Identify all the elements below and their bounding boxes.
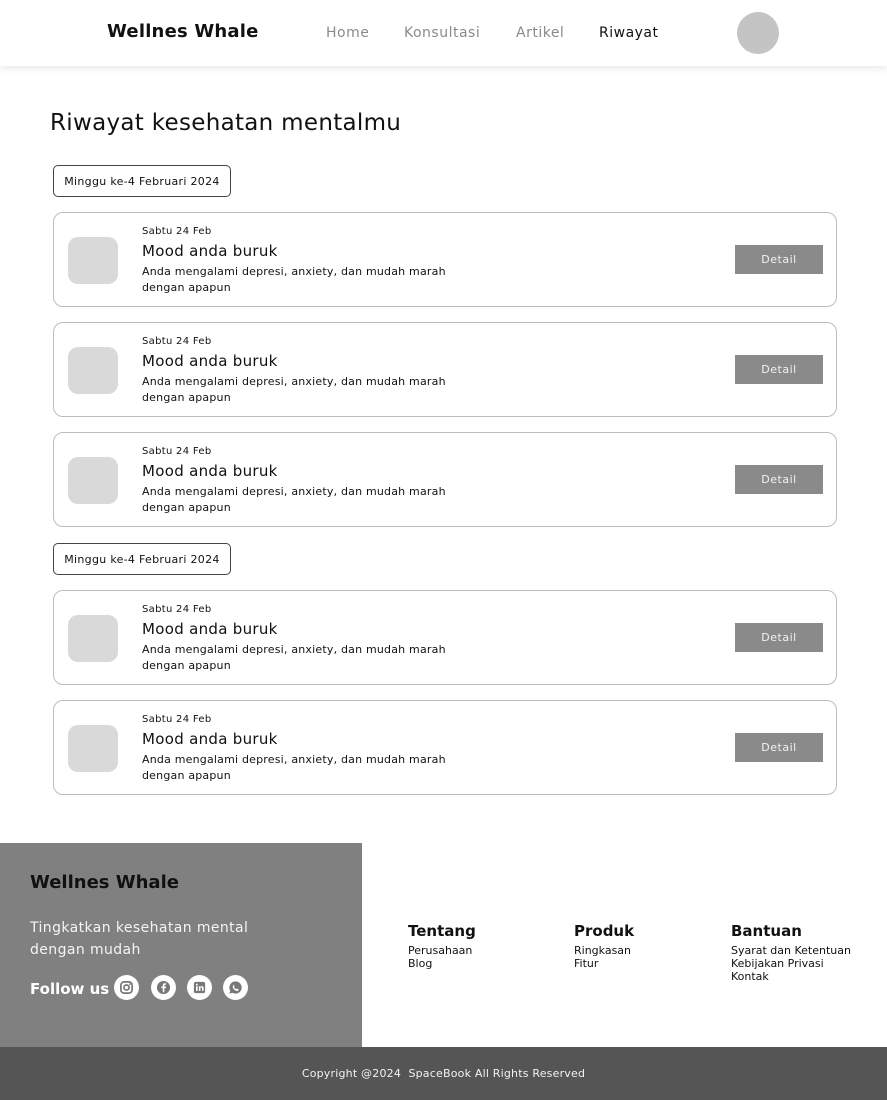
follow-us-label: Follow us [30,980,110,998]
nav-konsultasi[interactable]: Konsultasi [404,25,480,41]
footer-column-tentang: Tentang Perusahaan Blog [408,922,476,970]
entry-title: Mood anda buruk [142,620,278,638]
footer-brand: Wellnes Whale [30,872,179,893]
week-label: Minggu ke-4 Februari 2024 [53,543,231,575]
entry-date: Sabtu 24 Feb [142,446,212,457]
entry-title: Mood anda buruk [142,730,278,748]
linkedin-icon[interactable] [187,975,212,1000]
footer-column-bantuan: Bantuan Syarat dan Ketentuan Kebijakan P… [731,922,851,983]
entry-title: Mood anda buruk [142,352,278,370]
facebook-icon[interactable] [151,975,176,1000]
history-card: Sabtu 24 Feb Mood anda buruk Anda mengal… [53,700,837,795]
footer-link-fitur[interactable]: Fitur [574,957,634,970]
footer-column-title: Produk [574,922,635,940]
footer-link-kontak[interactable]: Kontak [731,970,851,983]
history-card: Sabtu 24 Feb Mood anda buruk Anda mengal… [53,432,837,527]
entry-date: Sabtu 24 Feb [142,336,212,347]
nav-artikel[interactable]: Artikel [516,25,564,41]
mood-thumbnail [68,725,118,772]
mood-thumbnail [68,615,118,662]
week-label: Minggu ke-4 Februari 2024 [53,165,231,197]
footer-link-perusahaan[interactable]: Perusahaan [408,944,476,957]
footer-link-blog[interactable]: Blog [408,957,476,970]
history-card: Sabtu 24 Feb Mood anda buruk Anda mengal… [53,212,837,307]
copyright-bar: Copyright @2024 SpaceBook All Rights Res… [0,1047,887,1100]
entry-date: Sabtu 24 Feb [142,714,212,725]
mood-thumbnail [68,347,118,394]
entry-description: Anda mengalami depresi, anxiety, dan mud… [142,375,446,404]
page-title: Riwayat kesehatan mentalmu [50,110,402,136]
footer-link-syarat[interactable]: Syarat dan Ketentuan [731,944,851,957]
nav-riwayat[interactable]: Riwayat [599,25,659,41]
detail-button[interactable]: Detail [735,465,823,494]
history-card: Sabtu 24 Feb Mood anda buruk Anda mengal… [53,590,837,685]
entry-date: Sabtu 24 Feb [142,226,212,237]
mood-thumbnail [68,237,118,284]
entry-date: Sabtu 24 Feb [142,604,212,615]
detail-button[interactable]: Detail [735,355,823,384]
detail-button[interactable]: Detail [735,733,823,762]
avatar[interactable] [737,12,779,54]
entry-description: Anda mengalami depresi, anxiety, dan mud… [142,265,446,294]
nav-home[interactable]: Home [326,25,369,41]
instagram-icon[interactable] [114,975,139,1000]
entry-description: Anda mengalami depresi, anxiety, dan mud… [142,643,446,672]
entry-description: Anda mengalami depresi, anxiety, dan mud… [142,753,446,782]
mood-thumbnail [68,457,118,504]
footer-tagline: Tingkatkan kesehatan mental dengan mudah [30,920,249,958]
footer-column-title: Bantuan [731,922,802,940]
footer-link-ringkasan[interactable]: Ringkasan [574,944,634,957]
footer-column-title: Tentang [408,922,476,940]
entry-title: Mood anda buruk [142,242,278,260]
entry-description: Anda mengalami depresi, anxiety, dan mud… [142,485,446,514]
footer-link-kebijakan[interactable]: Kebijakan Privasi [731,957,851,970]
brand-logo[interactable]: Wellnes Whale [107,21,259,42]
detail-button[interactable]: Detail [735,245,823,274]
navbar: Wellnes Whale Home Konsultasi Artikel Ri… [0,0,887,66]
copyright-text: Copyright @2024 SpaceBook All Rights Res… [301,1067,586,1080]
whatsapp-icon[interactable] [223,975,248,1000]
history-card: Sabtu 24 Feb Mood anda buruk Anda mengal… [53,322,837,417]
footer-column-produk: Produk Ringkasan Fitur [574,922,634,970]
footer-brand-panel: Wellnes Whale Tingkatkan kesehatan menta… [0,843,362,1047]
entry-title: Mood anda buruk [142,462,278,480]
detail-button[interactable]: Detail [735,623,823,652]
